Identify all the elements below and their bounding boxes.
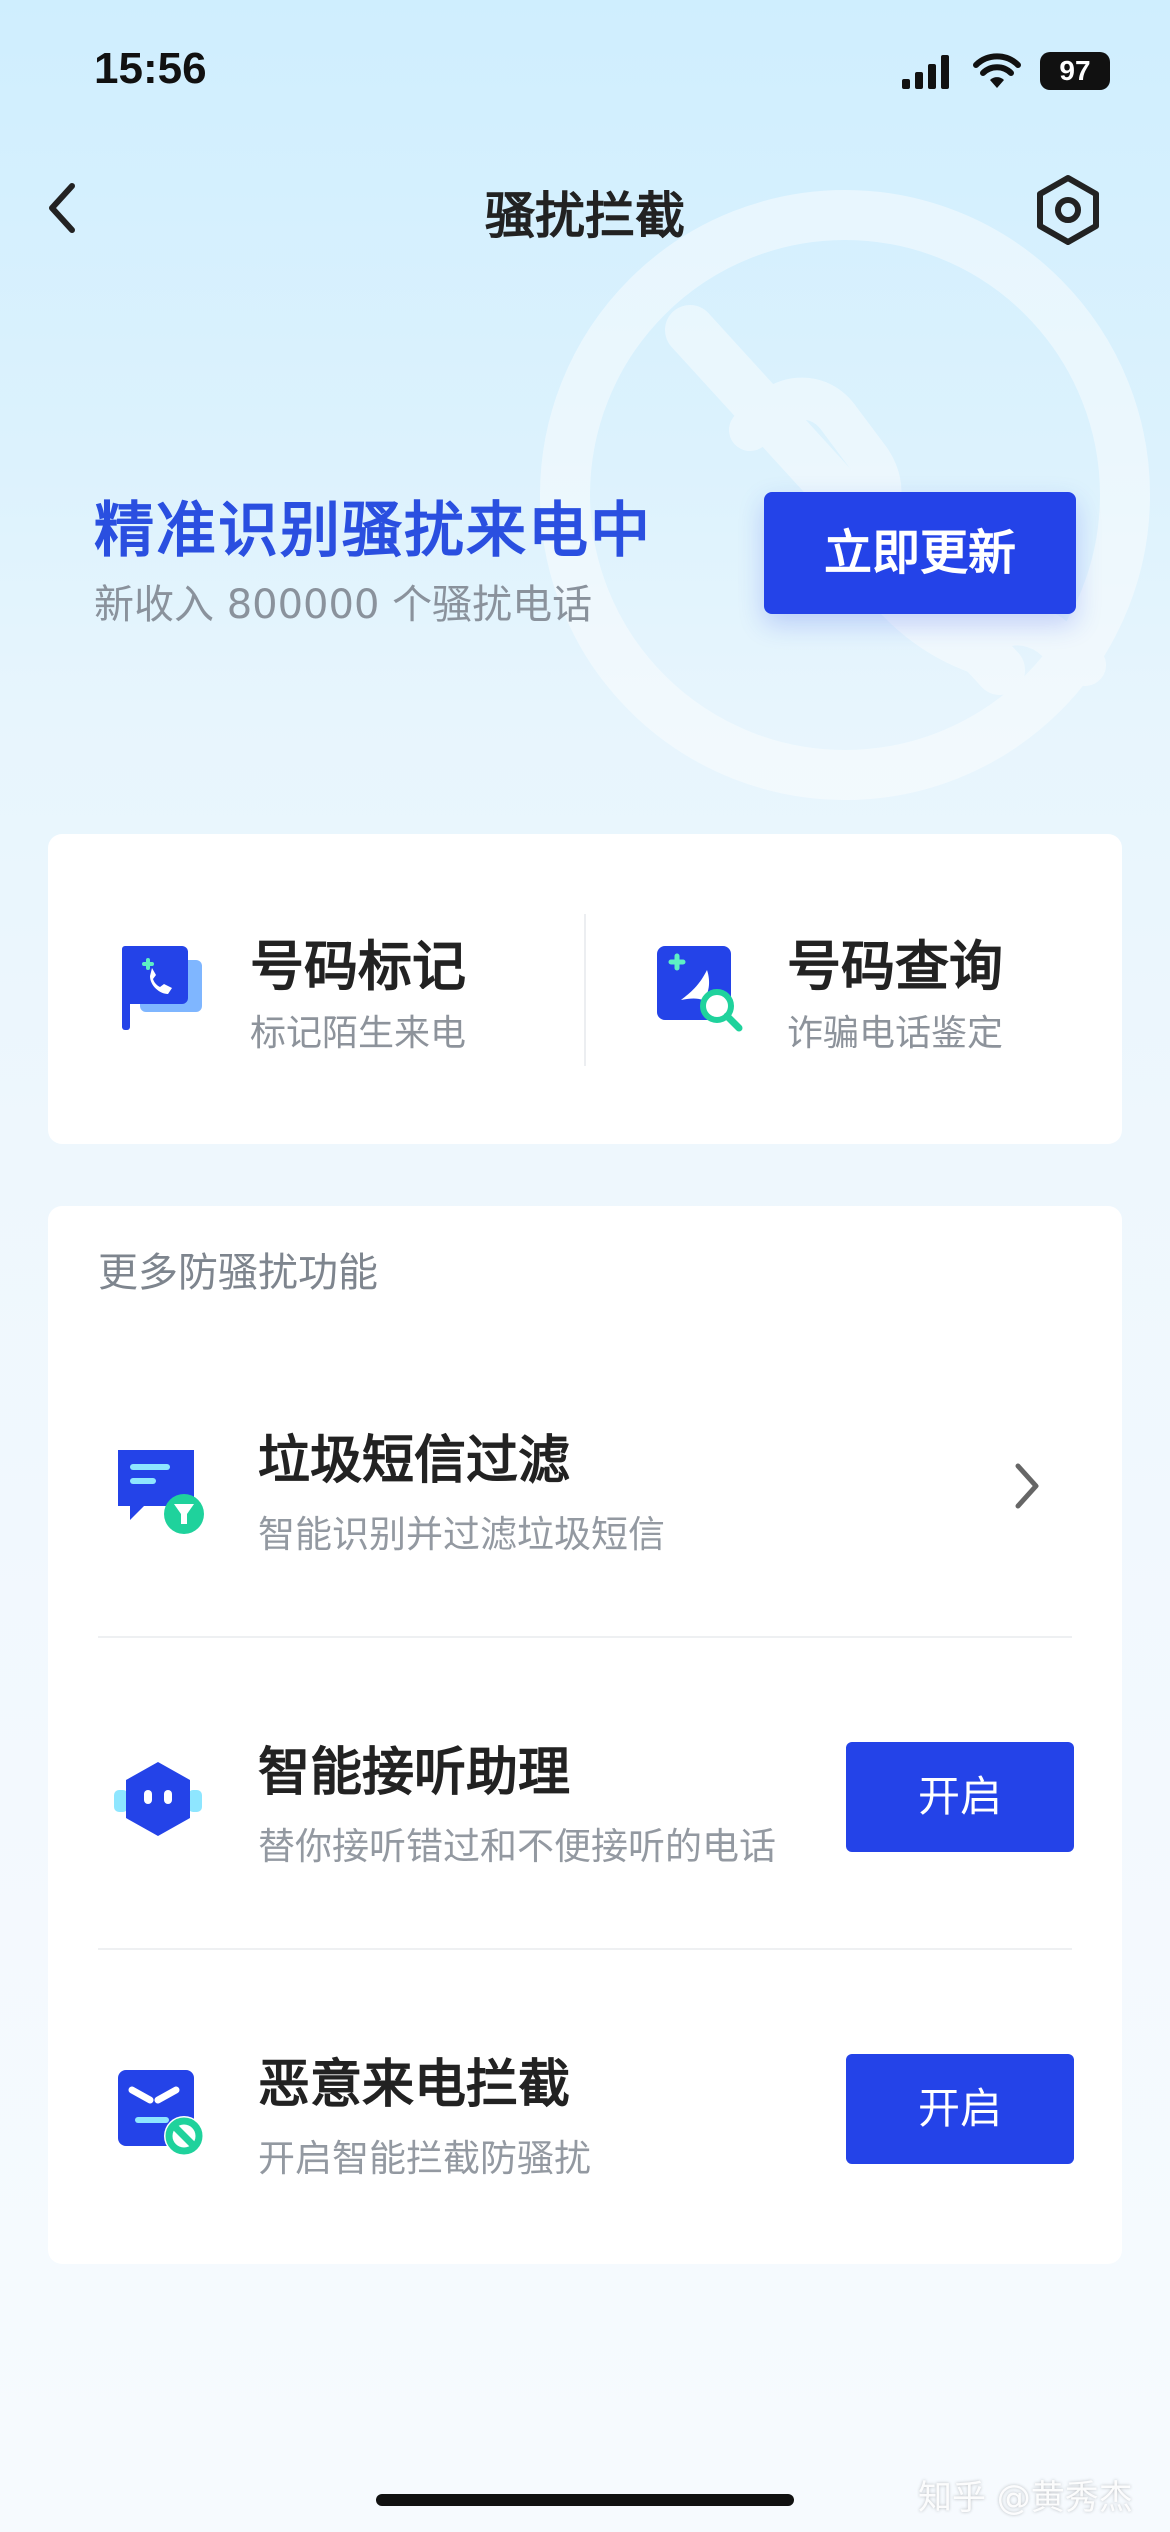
list-item-title: 垃圾短信过滤 xyxy=(258,1431,571,1491)
list-item-title: 智能接听助理 xyxy=(258,1743,571,1803)
list-item-subtitle: 开启智能拦截防骚扰 xyxy=(258,2137,591,2180)
status-time: 15:56 xyxy=(94,44,207,93)
list-item-subtitle: 智能识别并过滤垃圾短信 xyxy=(258,1513,665,1556)
sms-filter-icon xyxy=(118,1450,204,1534)
status-icons: 97 xyxy=(902,52,1110,90)
phone-flag-icon xyxy=(122,946,202,1030)
divider xyxy=(98,1948,1072,1950)
settings-icon[interactable] xyxy=(1032,174,1104,246)
update-now-button[interactable]: 立即更新 xyxy=(764,492,1076,614)
hero-subtitle: 新收入 800000 个骚扰电话 xyxy=(94,582,593,628)
source-watermark: 知乎 @黄秀杰 xyxy=(918,2478,1133,2518)
hero-title: 精准识别骚扰来电中 xyxy=(94,496,652,566)
section-title: 更多防骚扰功能 xyxy=(98,1250,378,1296)
quick-action-query-number[interactable]: 号码查询 诈骗电话鉴定 xyxy=(585,834,1122,1144)
quick-action-subtitle: 诈骗电话鉴定 xyxy=(787,1013,1004,1054)
quick-action-mark-number[interactable]: 号码标记 标记陌生来电 xyxy=(48,834,585,1144)
quick-action-title: 号码标记 xyxy=(250,935,466,998)
enable-assistant-button[interactable]: 开启 xyxy=(846,1742,1074,1852)
battery-indicator: 97 xyxy=(1040,52,1110,90)
chevron-right-icon[interactable] xyxy=(1008,1458,1048,1514)
enable-block-button[interactable]: 开启 xyxy=(846,2054,1074,2164)
quick-actions-card: 号码标记 标记陌生来电 号码查询 诈骗电话鉴定 xyxy=(48,834,1122,1144)
robot-assistant-icon xyxy=(114,1762,202,1836)
page-title: 骚扰拦截 xyxy=(485,187,685,245)
home-indicator[interactable] xyxy=(376,2494,794,2506)
list-item-title: 恶意来电拦截 xyxy=(258,2055,571,2115)
quick-action-subtitle: 标记陌生来电 xyxy=(250,1013,467,1054)
signal-icon xyxy=(902,55,949,89)
list-item-sms-filter[interactable] xyxy=(48,1360,1122,1636)
list-item-subtitle: 替你接听错过和不便接听的电话 xyxy=(258,1825,776,1868)
quick-action-title: 号码查询 xyxy=(787,935,1003,998)
block-call-icon xyxy=(118,2070,204,2156)
divider xyxy=(98,1636,1072,1638)
wifi-icon xyxy=(973,53,1021,88)
number-search-icon xyxy=(657,946,743,1032)
